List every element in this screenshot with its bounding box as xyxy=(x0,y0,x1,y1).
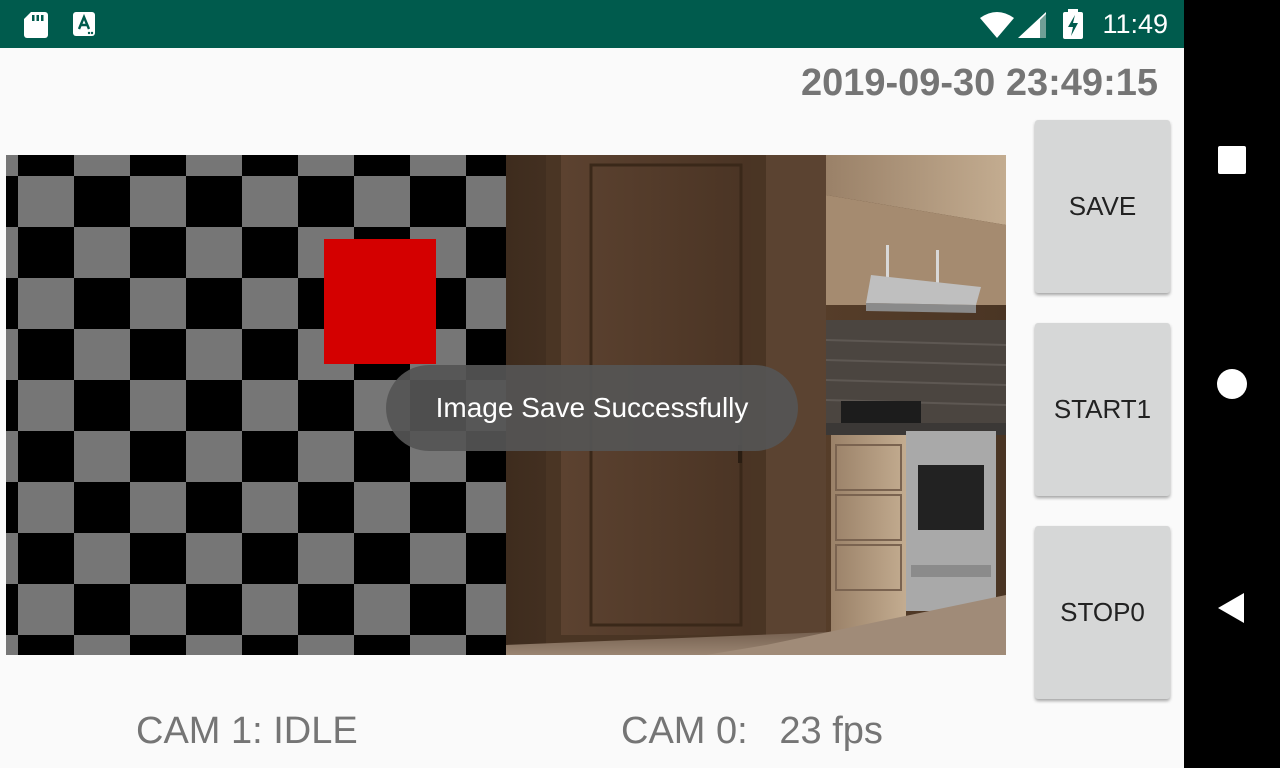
stop0-button[interactable]: STOP0 xyxy=(1035,526,1170,699)
status-bar: 11:49 xyxy=(0,0,1184,48)
battery-charging-icon xyxy=(1063,9,1083,39)
navigation-bar xyxy=(1184,0,1280,768)
keyboard-a-icon xyxy=(73,12,95,36)
home-circle-icon[interactable] xyxy=(1216,368,1248,400)
start1-button[interactable]: START1 xyxy=(1035,323,1170,496)
red-marker xyxy=(324,239,436,364)
datetime-label: 2019-09-30 23:49:15 xyxy=(800,62,1158,104)
back-triangle-icon[interactable] xyxy=(1216,592,1248,624)
cam1-status-label: CAM 1: IDLE xyxy=(136,710,358,752)
recents-square-icon[interactable] xyxy=(1216,144,1248,176)
cam0-status-label: CAM 0: 23 fps xyxy=(621,710,883,752)
app-screen: 11:49 2019-09-30 23:49:15 SAVE START1 ST… xyxy=(0,0,1184,768)
cell-signal-icon xyxy=(1018,12,1046,38)
wifi-icon xyxy=(980,12,1014,38)
status-time: 11:49 xyxy=(1102,9,1168,39)
save-button[interactable]: SAVE xyxy=(1035,120,1170,293)
toast-message: Image Save Successfully xyxy=(386,365,798,451)
sd-card-icon xyxy=(24,12,48,38)
